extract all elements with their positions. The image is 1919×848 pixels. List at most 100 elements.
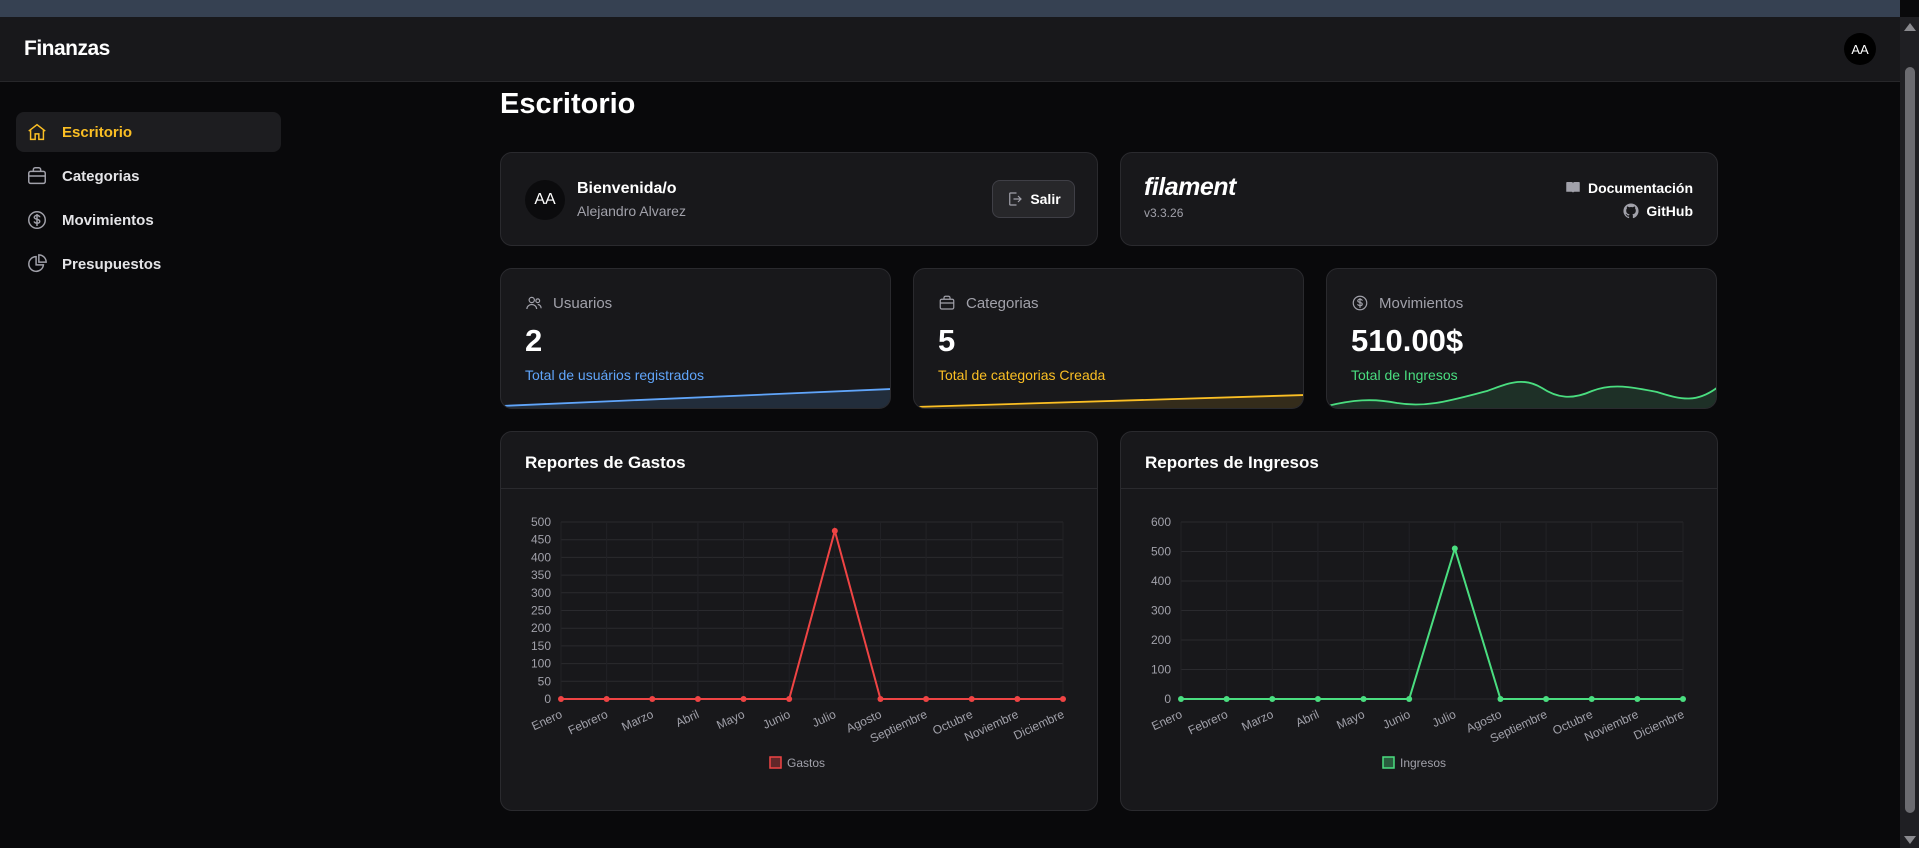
page-scrollbar[interactable] bbox=[1900, 17, 1919, 848]
filament-logo: filament bbox=[1144, 173, 1236, 201]
data-point bbox=[877, 696, 884, 702]
y-tick-label: 50 bbox=[538, 674, 552, 688]
pie-chart-icon bbox=[28, 254, 47, 273]
sidebar-item-escritorio[interactable]: Escritorio bbox=[16, 112, 281, 152]
stat-sparkline bbox=[914, 394, 1303, 408]
x-tick-label: Abril bbox=[1293, 707, 1321, 730]
data-point bbox=[603, 696, 610, 702]
gastos-chart: 0 50 100 150 200 250 300 350 400 450 500 Enero Febre… bbox=[529, 515, 1066, 770]
github-link[interactable]: GitHub bbox=[1622, 202, 1693, 220]
x-tick-label: Febrero bbox=[1186, 707, 1230, 738]
data-point bbox=[1360, 696, 1367, 702]
data-point bbox=[1314, 696, 1321, 702]
chart-card-ingresos: Reportes de Ingresos 0 100 200 300 400 500 600… bbox=[1120, 431, 1718, 811]
x-tick-label: Marzo bbox=[619, 707, 655, 734]
account-widget: AA Bienvenida/o Alejandro Alvarez Salir bbox=[500, 152, 1098, 246]
data-point bbox=[786, 696, 793, 702]
x-tick-label: Junio bbox=[761, 707, 793, 732]
logout-button[interactable]: Salir bbox=[992, 180, 1075, 218]
data-point bbox=[558, 696, 564, 702]
github-icon bbox=[1623, 203, 1639, 219]
main-content: Escritorio AA Bienvenida/o Alejandro Alv… bbox=[500, 82, 1718, 811]
stat-value: 2 bbox=[525, 323, 543, 358]
data-point bbox=[1178, 696, 1184, 702]
y-tick-label: 300 bbox=[1151, 604, 1171, 618]
data-point bbox=[831, 527, 838, 534]
sidebar-item-movimientos[interactable]: Movimientos bbox=[16, 200, 281, 240]
x-tick-label: Enero bbox=[1149, 707, 1184, 733]
chart-title: Reportes de Gastos bbox=[525, 453, 686, 472]
sidebar: Escritorio Categorias Movimientos Presup… bbox=[16, 112, 281, 288]
data-point bbox=[1406, 696, 1413, 702]
y-tick-label: 150 bbox=[531, 639, 551, 653]
briefcase-icon bbox=[939, 295, 955, 310]
scrollbar-thumb[interactable] bbox=[1905, 67, 1915, 813]
data-point bbox=[1543, 696, 1550, 702]
x-tick-label: Mayo bbox=[1334, 707, 1367, 732]
home-icon bbox=[28, 123, 46, 141]
series-line bbox=[1181, 545, 1683, 700]
x-tick-label: Marzo bbox=[1239, 707, 1275, 734]
sidebar-item-label: Movimientos bbox=[62, 211, 154, 229]
stat-label: Categorias bbox=[966, 294, 1039, 312]
top-bar: Finanzas AA bbox=[0, 17, 1900, 82]
data-point bbox=[1680, 696, 1686, 702]
stat-label-row: Usuarios bbox=[525, 294, 612, 312]
data-point bbox=[1060, 696, 1066, 702]
x-tick-label: Febrero bbox=[566, 707, 610, 738]
filament-version: v3.3.26 bbox=[1144, 206, 1184, 220]
x-tick-label: Diciembre bbox=[1631, 707, 1686, 743]
data-point bbox=[1588, 696, 1595, 702]
y-tick-label: 500 bbox=[531, 515, 551, 529]
sidebar-item-categorias[interactable]: Categorias bbox=[16, 156, 281, 196]
stat-label-row: Categorias bbox=[938, 294, 1039, 312]
user-avatar[interactable]: AA bbox=[1844, 33, 1876, 65]
y-tick-label: 400 bbox=[1151, 574, 1171, 588]
data-point bbox=[968, 696, 975, 702]
ingresos-chart: 0 100 200 300 400 500 600 Enero Febrero Marzo Abri… bbox=[1149, 515, 1686, 770]
x-tick-label: Abril bbox=[673, 707, 701, 730]
scroll-up-icon[interactable] bbox=[1904, 23, 1916, 31]
data-point bbox=[694, 696, 701, 702]
stat-label: Movimientos bbox=[1379, 294, 1464, 312]
x-tick-label: Mayo bbox=[714, 707, 747, 732]
documentation-label: Documentación bbox=[1587, 180, 1693, 196]
y-tick-label: 100 bbox=[531, 657, 551, 671]
brand-logo[interactable]: Finanzas bbox=[24, 37, 110, 61]
logout-label: Salir bbox=[1030, 191, 1061, 207]
data-point bbox=[1634, 696, 1641, 702]
y-tick-label: 350 bbox=[531, 568, 551, 582]
stat-card-movimientos: Movimientos 510.00$ Total de Ingresos bbox=[1326, 268, 1717, 409]
y-tick-label: 250 bbox=[531, 604, 551, 618]
stat-card-usuarios: Usuarios 2 Total de usuários registrados bbox=[500, 268, 891, 409]
y-tick-label: 200 bbox=[531, 621, 551, 635]
legend-label: Ingresos bbox=[1400, 756, 1446, 770]
y-tick-label: 600 bbox=[1151, 515, 1171, 529]
stat-label: Usuarios bbox=[553, 294, 613, 312]
legend-swatch bbox=[769, 756, 782, 769]
data-point bbox=[1497, 696, 1504, 702]
y-tick-label: 500 bbox=[1151, 545, 1171, 559]
stat-card-categorias: Categorias 5 Total de categorias Creada bbox=[913, 268, 1304, 409]
x-tick-label: Julio bbox=[810, 707, 839, 730]
stat-sparkline bbox=[1327, 380, 1716, 408]
y-tick-label: 200 bbox=[1151, 633, 1171, 647]
welcome-text: Bienvenida/o bbox=[577, 180, 677, 197]
dollar-circle-icon bbox=[28, 211, 46, 229]
book-icon bbox=[1566, 182, 1580, 194]
x-tick-label: Diciembre bbox=[1011, 707, 1066, 743]
x-tick-label: Julio bbox=[1430, 707, 1459, 730]
data-point bbox=[1451, 545, 1458, 552]
data-point bbox=[1269, 696, 1276, 702]
account-avatar: AA bbox=[525, 180, 565, 220]
scroll-down-icon[interactable] bbox=[1904, 836, 1916, 844]
briefcase-icon bbox=[28, 167, 46, 185]
chart-card-gastos: Reportes de Gastos 0 50 100 150 200 250 300 350… bbox=[500, 431, 1098, 811]
documentation-link[interactable]: Documentación bbox=[1564, 179, 1693, 197]
data-point bbox=[1223, 696, 1230, 702]
data-point bbox=[923, 696, 930, 702]
user-name: Alejandro Alvarez bbox=[577, 203, 686, 219]
legend-swatch bbox=[1382, 756, 1395, 769]
y-tick-label: 400 bbox=[531, 550, 551, 564]
sidebar-item-presupuestos[interactable]: Presupuestos bbox=[16, 244, 281, 284]
